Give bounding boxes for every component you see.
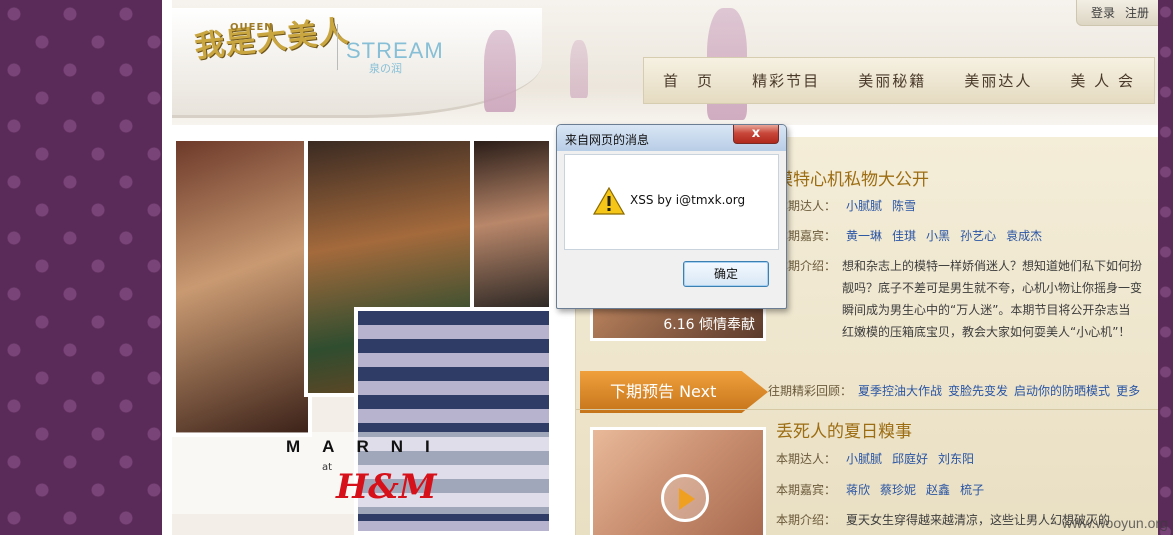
- register-link[interactable]: 注册: [1125, 4, 1149, 21]
- host-name[interactable]: 陈雪: [892, 197, 916, 214]
- dialog-title: 来自网页的消息: [565, 133, 650, 147]
- current-title[interactable]: 模特心机私物大公开: [776, 165, 929, 190]
- play-icon: [679, 488, 695, 510]
- nav-item-programs[interactable]: 精彩节目: [752, 70, 820, 91]
- brand-sub: 泉の润: [369, 62, 402, 75]
- guest-name[interactable]: 蒋欣: [846, 481, 870, 498]
- current-intro: 本期介绍： 想和杂志上的模特一样娇俏迷人？想知道她们私下如何扮靓吗？底子不差可是…: [776, 255, 1142, 365]
- current-hosts: 本期达人： 小腻腻 陈雪: [776, 197, 916, 214]
- thumb-caption: 6.16 倾情奉献: [663, 317, 755, 333]
- past-link[interactable]: 夏季控油大作战: [858, 382, 942, 399]
- guest-name[interactable]: 赵鑫: [926, 481, 950, 498]
- dialog-message: XSS by i@tmxk.org: [630, 193, 746, 207]
- host-name[interactable]: 小腻腻: [846, 450, 882, 467]
- hero-banner[interactable]: MARNI at H&M: [172, 137, 553, 535]
- past-highlights: 往期精彩回顾： 夏季控油大作战 变脸先变发 启动你的防晒模式 更多: [768, 382, 1140, 399]
- guest-name[interactable]: 小黑: [926, 227, 950, 244]
- upcoming-hosts: 本期达人： 小腻腻 邱庭好 刘东阳: [776, 450, 974, 467]
- logo-queen: QUEEN: [230, 22, 274, 33]
- intro-text: 想和杂志上的模特一样娇俏迷人？想知道她们私下如何扮靓吗？底子不差可是男生就不夸，…: [842, 259, 1143, 339]
- nav-item-home[interactable]: 首 页: [663, 70, 714, 91]
- upcoming-thumbnail[interactable]: [590, 427, 766, 535]
- main-nav: 首 页 精彩节目 美丽秘籍 美丽达人 美 人 会: [643, 57, 1155, 104]
- next-preview-banner: 下期预告 Next: [580, 371, 768, 413]
- alert-dialog: 来自网页的消息 x XSS by i@tmxk.org 确定: [556, 124, 787, 309]
- nav-item-club[interactable]: 美 人 会: [1070, 70, 1135, 91]
- host-name[interactable]: 刘东阳: [938, 450, 974, 467]
- hero-hm-logo: H&M: [336, 467, 437, 507]
- hero-at-text: at: [322, 462, 333, 473]
- hero-marni-text: MARNI: [286, 437, 452, 456]
- guest-name[interactable]: 佳琪: [892, 227, 916, 244]
- upcoming-guests: 本期嘉宾： 蒋欣 蔡珍妮 赵鑫 梳子: [776, 481, 984, 498]
- logo-divider: [337, 24, 338, 70]
- login-link[interactable]: 登录: [1091, 4, 1115, 21]
- dialog-titlebar[interactable]: 来自网页的消息 x: [557, 125, 786, 151]
- nav-item-experts[interactable]: 美丽达人: [964, 70, 1032, 91]
- past-label: 往期精彩回顾：: [768, 384, 853, 398]
- guest-name[interactable]: 袁成杰: [1006, 227, 1042, 244]
- past-link[interactable]: 变脸先变发: [948, 382, 1008, 399]
- ok-button[interactable]: 确定: [683, 261, 769, 287]
- watermark: www.wooyun.org: [1062, 515, 1168, 531]
- guest-name[interactable]: 蔡珍妮: [880, 481, 916, 498]
- hero-photo-model: [172, 137, 312, 437]
- model-silhouette: [484, 30, 516, 112]
- background-pattern-right: [1158, 0, 1173, 535]
- background-pattern-left: [0, 0, 162, 535]
- guest-name[interactable]: 孙艺心: [960, 227, 996, 244]
- warning-icon: [593, 187, 625, 215]
- host-label: 本期达人：: [776, 452, 837, 466]
- hero-photo-model: [470, 137, 553, 323]
- guest-name[interactable]: 梳子: [960, 481, 984, 498]
- nav-item-secrets[interactable]: 美丽秘籍: [858, 70, 926, 91]
- model-silhouette: [570, 40, 588, 98]
- guest-name[interactable]: 黄一琳: [846, 227, 882, 244]
- host-name[interactable]: 小腻腻: [846, 197, 882, 214]
- upcoming-title[interactable]: 丢死人的夏日糗事: [776, 417, 912, 442]
- intro-label: 本期介绍：: [776, 513, 837, 527]
- upcoming-intro: 本期介绍： 夏天女生穿得越来越清凉，这些让男人幻想破灭的: [776, 511, 1110, 528]
- close-button[interactable]: x: [733, 125, 779, 144]
- guest-label: 本期嘉宾：: [776, 483, 837, 497]
- current-guests: 本期嘉宾： 黄一琳 佳琪 小黑 孙艺心 袁成杰: [776, 227, 1042, 244]
- dialog-body: XSS by i@tmxk.org: [564, 154, 779, 250]
- host-name[interactable]: 邱庭好: [892, 450, 928, 467]
- past-link[interactable]: 启动你的防晒模式: [1014, 382, 1110, 399]
- more-link[interactable]: 更多: [1116, 382, 1140, 399]
- section-divider: [576, 409, 1158, 410]
- login-bar: 登录 注册: [1076, 0, 1158, 26]
